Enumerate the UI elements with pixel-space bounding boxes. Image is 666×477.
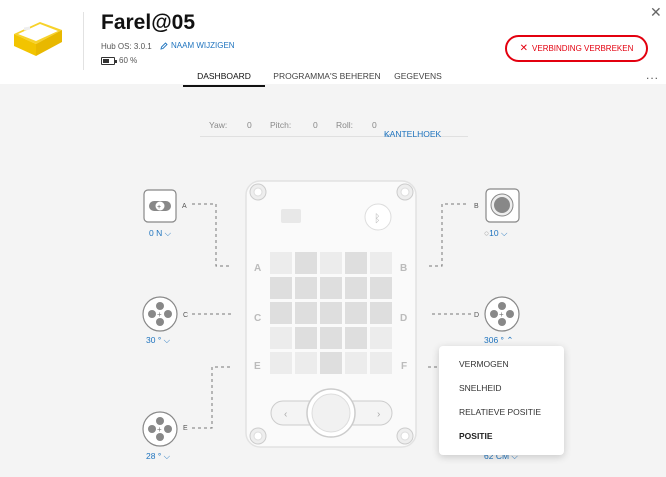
hub-port-c: C [254,313,261,324]
motor-icon: + [142,411,178,447]
led-pixel [270,252,292,274]
led-pixel [270,352,292,374]
chevron-up-icon: ⌃ [506,335,514,345]
chevron-down-icon: ⌵ [164,228,172,238]
led-pixel [295,352,317,374]
port-e-letter: E [183,425,188,432]
motor-icon: + [142,296,178,332]
menu-item-speed[interactable]: SNELHEID [459,383,502,393]
led-pixel [370,327,392,349]
svg-text:+: + [157,425,162,434]
hub-diagram: ᛒ A B C D E F ‹ › + A B + + + C D E [142,180,520,448]
led-pixel [345,352,367,374]
port-d-mode-menu: VERMOGEN SNELHEID RELATIEVE POSITIE POSI… [439,346,564,455]
port-e-value[interactable]: 28 ° ⌵ [146,451,170,462]
svg-text:+: + [157,204,161,211]
svg-text:›: › [377,409,380,420]
led-pixel [320,252,342,274]
svg-text:‹: ‹ [284,409,287,420]
chevron-down-icon: ⌵ [163,335,171,345]
hub-port-f: F [401,361,407,372]
motor-icon: + [484,296,520,332]
led-pixel [295,252,317,274]
port-a-letter: A [182,203,187,210]
led-pixel [270,302,292,324]
led-pixel [295,277,317,299]
svg-text:ᛒ: ᛒ [374,212,381,225]
led-pixel [345,302,367,324]
port-d-letter: D [474,312,479,319]
port-d-value[interactable]: 306 ° ⌃ [484,335,513,346]
port-b-letter: B [474,203,479,210]
hub-port-d: D [400,313,407,324]
port-b-value[interactable]: ○10 ⌵ [484,228,507,239]
led-pixel [370,352,392,374]
port-a-value[interactable]: 0 N ⌵ [149,228,171,239]
led-pixel [370,302,392,324]
led-pixel [320,302,342,324]
port-d-value-text: 306 ° [484,335,504,345]
led-pixel [345,252,367,274]
port-a-value-text: 0 N [149,228,163,238]
hub-port-a: A [254,263,261,274]
led-pixel [270,277,292,299]
led-pixel [320,352,342,374]
led-pixel [345,327,367,349]
chevron-down-icon: ⌵ [500,228,508,238]
hub-port-b: B [400,263,407,274]
force-sensor-icon: + [143,189,177,223]
led-matrix [270,252,392,374]
led-pixel [270,327,292,349]
svg-text:+: + [157,310,162,319]
led-pixel [370,252,392,274]
menu-item-relative-position[interactable]: RELATIEVE POSITIE [459,407,541,417]
chevron-down-icon: ⌵ [163,451,171,461]
port-c-value-text: 30 ° [146,335,162,345]
menu-item-position[interactable]: POSITIE [459,431,493,441]
color-sensor-icon [485,188,520,223]
menu-item-power[interactable]: VERMOGEN [459,359,509,369]
led-pixel [370,277,392,299]
port-c-value[interactable]: 30 ° ⌵ [146,335,170,346]
hub-port-e: E [254,361,261,372]
port-e-value-text: 28 ° [146,451,162,461]
svg-text:+: + [499,310,504,319]
led-pixel [295,327,317,349]
port-b-value-text: 10 [489,228,499,238]
led-pixel [295,302,317,324]
port-c-letter: C [183,312,188,319]
led-pixel [320,327,342,349]
led-pixel [320,277,342,299]
led-pixel [345,277,367,299]
